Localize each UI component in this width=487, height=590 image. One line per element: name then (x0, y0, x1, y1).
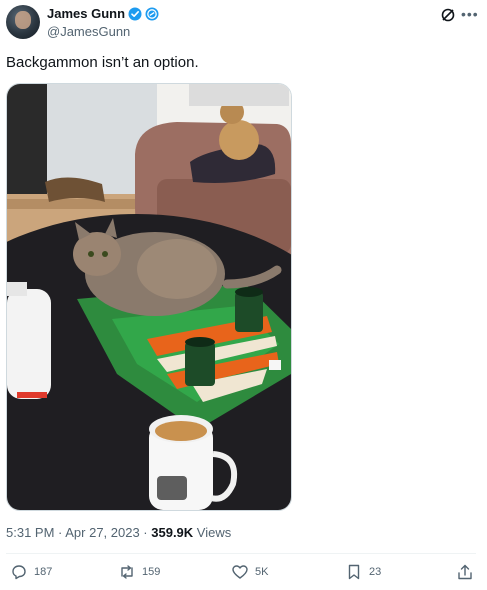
repost-icon (121, 565, 133, 579)
bookmark-count: 23 (369, 566, 382, 578)
author-avatar[interactable] (6, 5, 40, 39)
like-count: 5K (255, 566, 269, 578)
bookmark-button[interactable]: 23 (345, 563, 381, 581)
tweet-photo[interactable] (6, 83, 292, 511)
tweet-timestamp[interactable]: 5:31 PM · Apr 27, 2023 · (6, 525, 151, 540)
repost-button[interactable]: 159 (118, 563, 160, 581)
tweet-text: Backgammon isn’t an option. (6, 54, 199, 71)
views-count: 359.9K (151, 525, 194, 540)
repost-count: 159 (142, 566, 161, 578)
reply-icon (12, 565, 26, 580)
divider (6, 553, 476, 554)
views-label: Views (193, 525, 232, 540)
author-handle[interactable]: @JamesGunn (47, 24, 130, 39)
more-icon[interactable]: ••• (461, 6, 479, 22)
verified-badge-icon (128, 7, 142, 20)
grok-icon[interactable] (440, 7, 456, 23)
like-icon (232, 565, 248, 579)
author-display-name[interactable]: James Gunn (47, 6, 125, 21)
reply-button[interactable]: 187 (10, 563, 52, 581)
bookmark-icon (348, 564, 360, 580)
cat-on-backgammon-photo (7, 84, 291, 510)
like-button[interactable]: 5K (231, 563, 268, 581)
action-bar: 187 159 5K 23 (0, 563, 487, 587)
affiliate-badge-icon[interactable] (145, 7, 159, 21)
reply-count: 187 (34, 566, 53, 578)
author-name-row: James Gunn (47, 6, 159, 21)
share-button[interactable] (456, 563, 474, 581)
share-icon (458, 564, 472, 580)
tweet-meta: 5:31 PM · Apr 27, 2023 · 359.9K Views (6, 525, 231, 540)
